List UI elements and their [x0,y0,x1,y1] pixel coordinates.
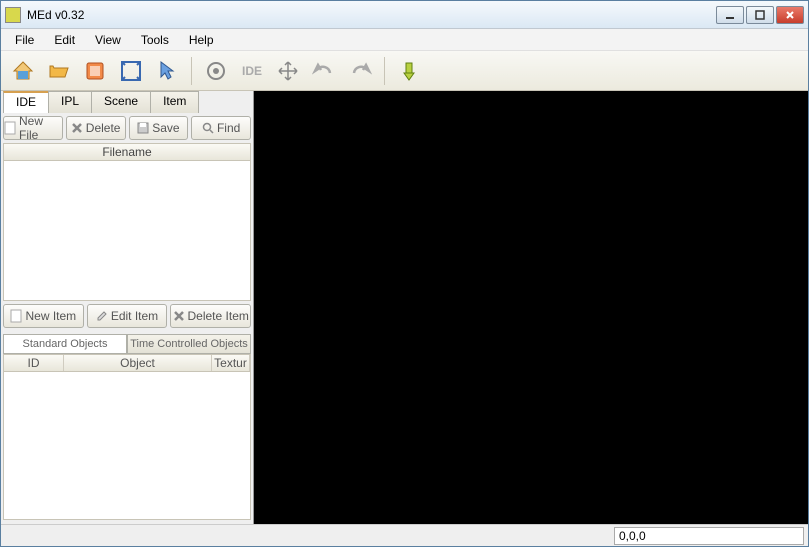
new-file-label: New File [19,114,62,142]
ide-icon: IDE [240,61,264,81]
window-controls [716,6,804,24]
col-object[interactable]: Object [64,355,212,371]
minimize-button[interactable] [716,6,744,24]
left-panel: IDE IPL Scene Item New File Delete Save [1,91,253,524]
viewport-3d[interactable] [253,91,808,524]
save-button[interactable]: Save [129,116,189,140]
save-icon [137,122,149,134]
ide-button[interactable]: IDE [236,55,268,87]
record-button[interactable] [200,55,232,87]
statusbar: 0,0,0 [1,524,808,546]
app-window: MEd v0.32 File Edit View Tools Help [0,0,809,547]
file-icon [4,121,16,135]
delete-x-icon [173,310,185,322]
undo-icon [312,59,336,83]
delete-x-icon [71,122,83,134]
menubar: File Edit View Tools Help [1,29,808,51]
expand-button[interactable] [115,55,147,87]
box-button[interactable] [79,55,111,87]
close-icon [785,10,795,20]
edit-item-label: Edit Item [111,309,158,323]
move-icon [276,59,300,83]
undo-button[interactable] [308,55,340,87]
new-file-button[interactable]: New File [3,116,63,140]
delete-button[interactable]: Delete [66,116,126,140]
titlebar: MEd v0.32 [1,1,808,29]
toolbar: IDE [1,51,808,91]
minimize-icon [725,10,735,20]
delete-item-button[interactable]: Delete Item [170,304,251,328]
record-icon [204,59,228,83]
new-item-button[interactable]: New Item [3,304,84,328]
edit-icon [96,310,108,322]
box-icon [83,59,107,83]
save-label: Save [152,121,179,135]
menu-tools[interactable]: Tools [131,31,179,49]
menu-edit[interactable]: Edit [44,31,85,49]
tab-item[interactable]: Item [150,91,199,113]
tab-ide[interactable]: IDE [3,91,49,113]
content-area: IDE IPL Scene Item New File Delete Save [1,91,808,524]
file-icon [10,309,22,323]
maximize-icon [755,10,765,20]
svg-text:IDE: IDE [242,64,262,78]
subtab-time-controlled-objects[interactable]: Time Controlled Objects [127,334,251,354]
home-button[interactable] [7,55,39,87]
folder-open-icon [47,59,71,83]
tab-scene[interactable]: Scene [91,91,151,113]
filename-list[interactable] [3,161,251,301]
filename-header[interactable]: Filename [3,143,251,161]
col-id[interactable]: ID [4,355,64,371]
toolbar-separator [384,57,385,85]
download-button[interactable] [393,55,425,87]
maximize-button[interactable] [746,6,774,24]
cursor-button[interactable] [151,55,183,87]
find-label: Find [217,121,240,135]
expand-icon [119,59,143,83]
file-button-row: New File Delete Save Find [3,113,251,143]
download-arrow-icon [397,59,421,83]
status-coords: 0,0,0 [614,527,804,545]
window-title: MEd v0.32 [27,8,716,22]
item-button-row: New Item Edit Item Delete Item [3,301,251,331]
menu-file[interactable]: File [5,31,44,49]
object-list[interactable] [3,372,251,520]
find-button[interactable]: Find [191,116,251,140]
menu-help[interactable]: Help [179,31,224,49]
move-button[interactable] [272,55,304,87]
home-icon [11,59,35,83]
edit-item-button[interactable]: Edit Item [87,304,168,328]
new-item-label: New Item [25,309,76,323]
delete-item-label: Delete Item [188,309,249,323]
redo-button[interactable] [344,55,376,87]
open-button[interactable] [43,55,75,87]
menu-view[interactable]: View [85,31,131,49]
toolbar-separator [191,57,192,85]
app-icon [5,7,21,23]
cursor-icon [155,59,179,83]
find-icon [202,122,214,134]
redo-icon [348,59,372,83]
panel-tabs: IDE IPL Scene Item [3,91,251,113]
close-button[interactable] [776,6,804,24]
object-columns-header: ID Object Textur [3,354,251,372]
tab-ipl[interactable]: IPL [48,91,92,113]
object-subtabs: Standard Objects Time Controlled Objects [3,334,251,354]
subtab-standard-objects[interactable]: Standard Objects [3,334,127,354]
col-texture[interactable]: Textur [212,355,250,371]
delete-label: Delete [86,121,121,135]
